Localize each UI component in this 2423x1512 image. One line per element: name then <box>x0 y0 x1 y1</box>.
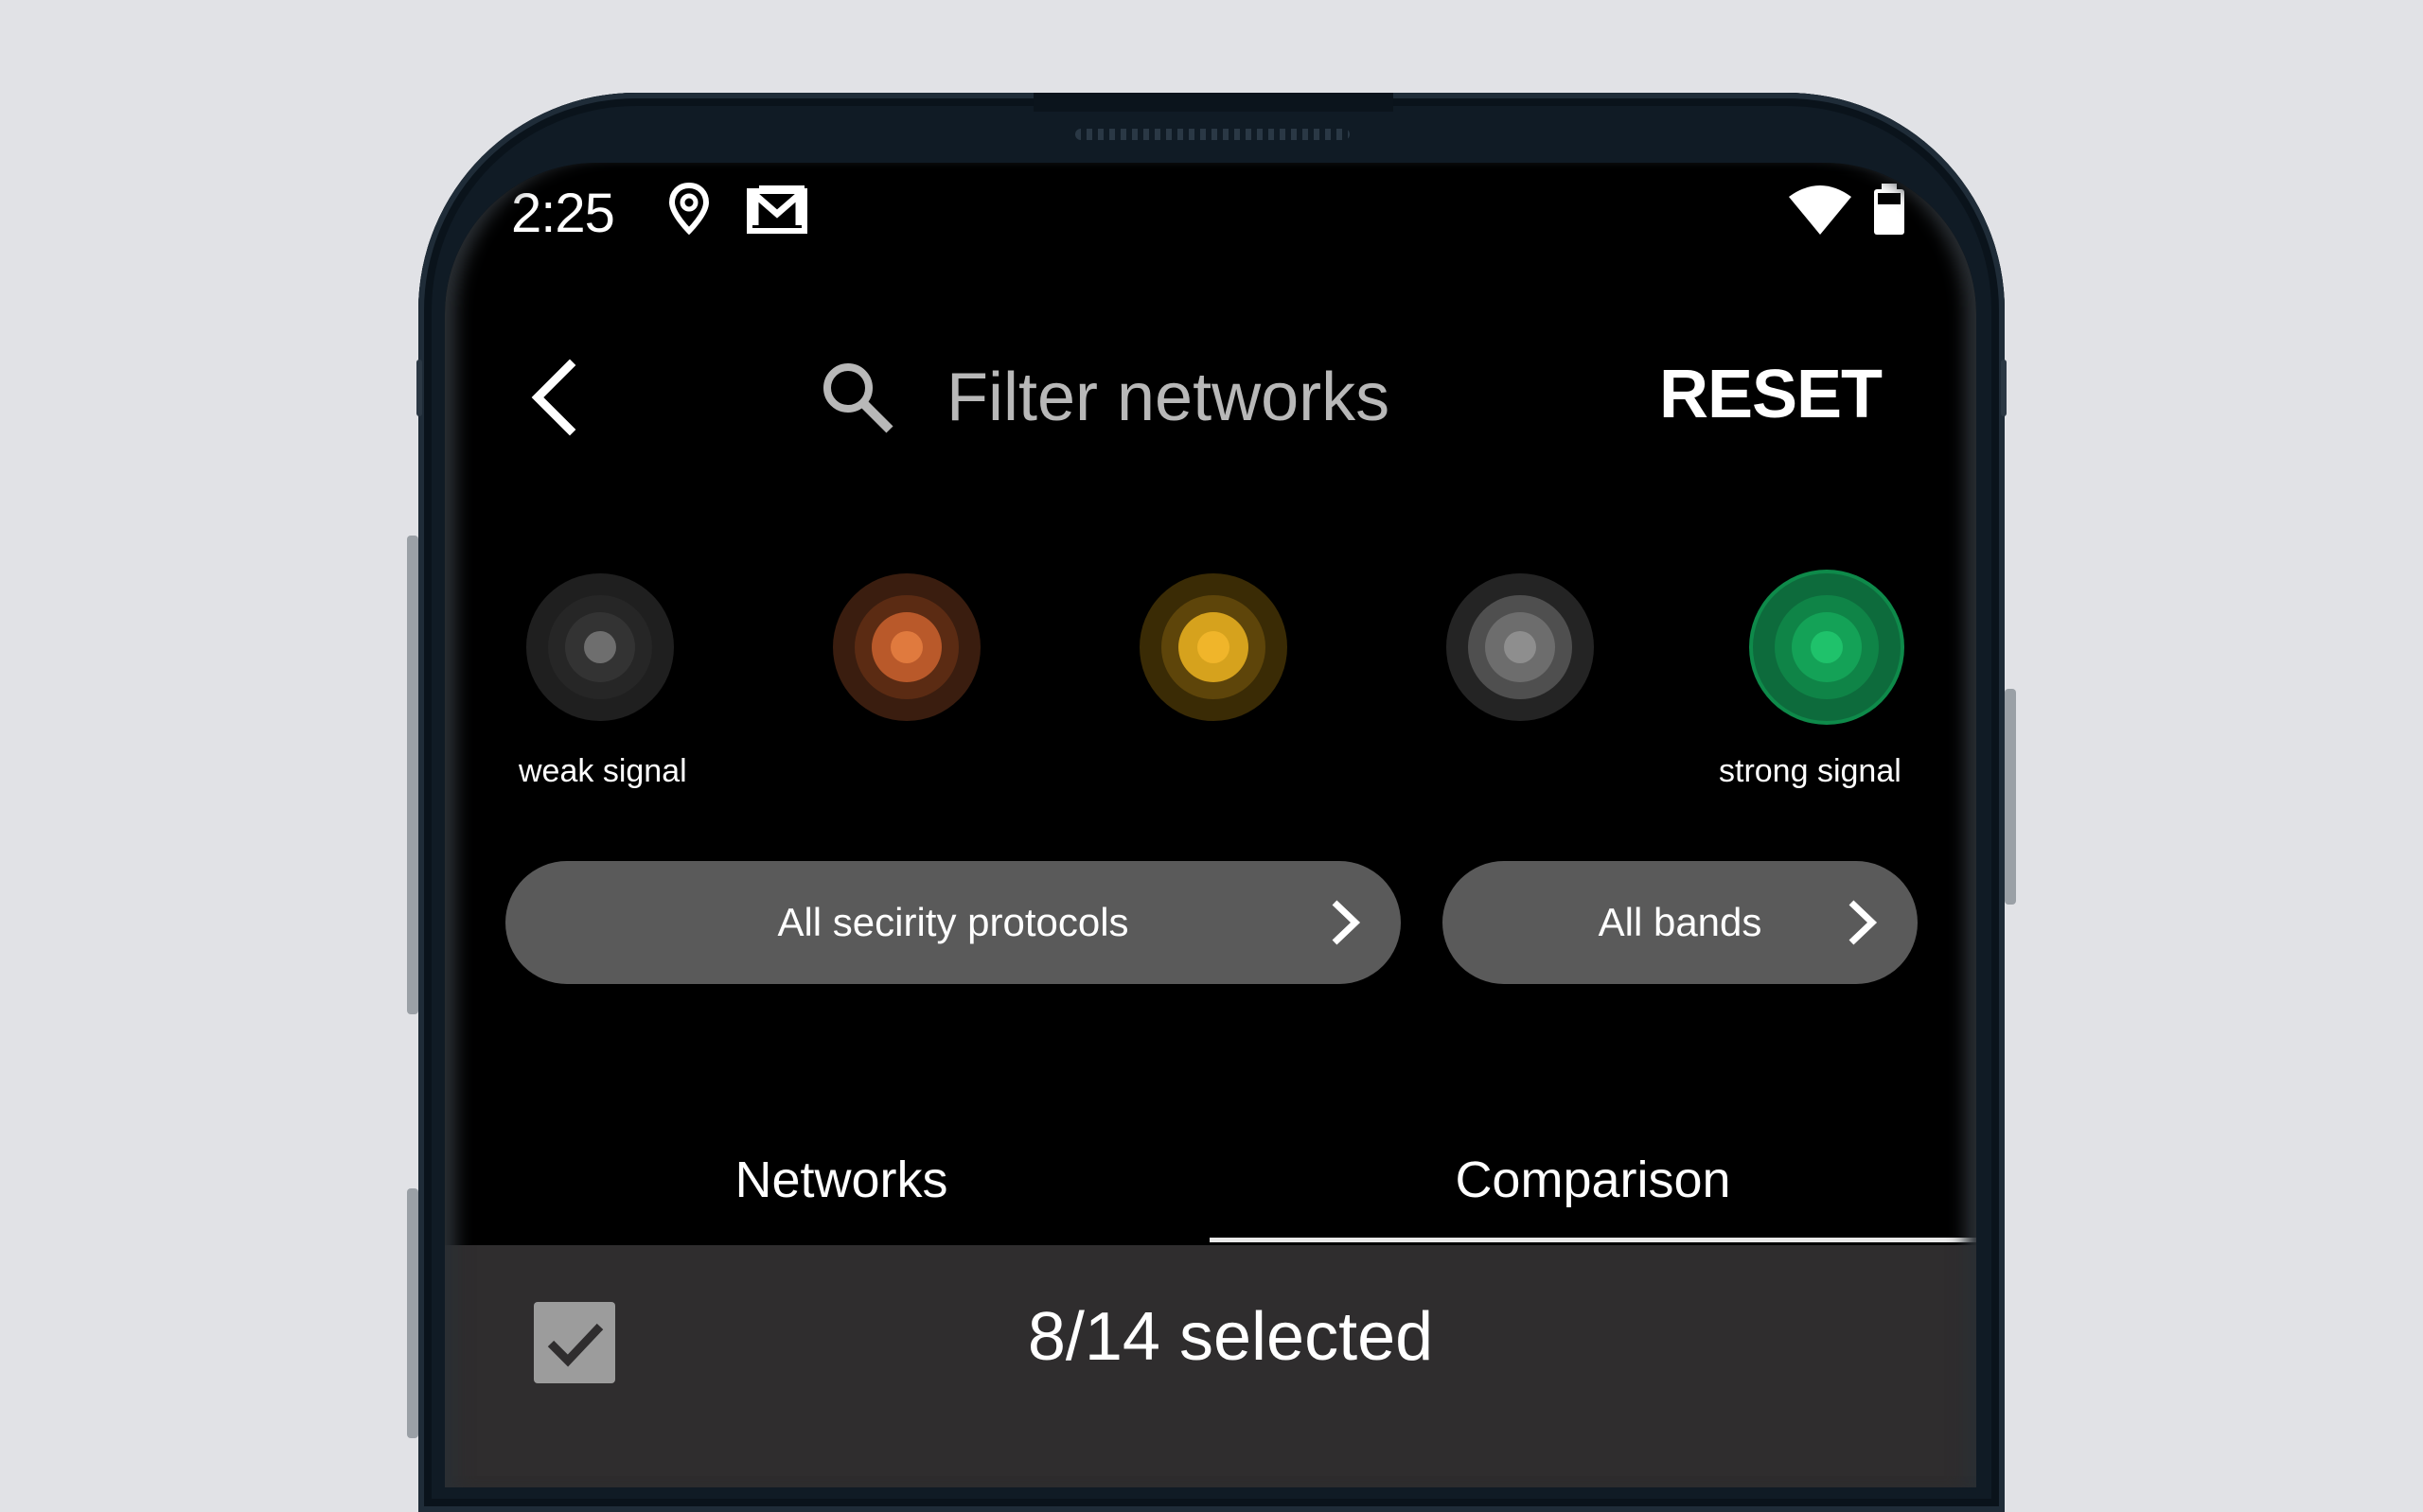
phone-volume-button <box>407 536 418 1014</box>
back-button[interactable] <box>521 350 587 445</box>
tab-indicator <box>1210 1238 1976 1242</box>
chevron-right-icon <box>1848 900 1878 945</box>
bands-label: All bands <box>1598 900 1762 944</box>
signal-level-1-button[interactable] <box>526 573 674 721</box>
phone-side-button <box>407 1188 418 1438</box>
tab-comparison[interactable]: Comparison <box>1210 1118 1976 1241</box>
wifi-icon <box>1787 184 1853 241</box>
earpiece-speaker <box>1075 129 1350 140</box>
signal-level-5-button[interactable] <box>1753 573 1901 721</box>
check-icon <box>547 1323 604 1367</box>
battery-icon <box>1872 182 1906 241</box>
signal-level-2-button[interactable] <box>833 573 981 721</box>
strong-signal-label: strong signal <box>1719 753 1901 789</box>
search-input[interactable] <box>946 350 1533 445</box>
signal-dot <box>1811 631 1843 663</box>
location-icon <box>668 182 710 239</box>
weak-signal-label: weak signal <box>519 753 687 789</box>
chevron-right-icon <box>1332 900 1361 945</box>
signal-dot <box>891 631 923 663</box>
signal-level-4-button[interactable] <box>1446 573 1594 721</box>
search-icon <box>816 356 901 446</box>
phone-notch <box>1034 93 1393 112</box>
app-screen: 2:25 RESET <box>445 163 1976 1487</box>
signal-dot <box>584 631 616 663</box>
status-time: 2:25 <box>511 183 615 244</box>
tab-networks[interactable]: Networks <box>445 1118 1210 1241</box>
signal-level-3-button[interactable] <box>1140 573 1287 721</box>
phone-edge-mark <box>2001 360 2007 416</box>
signal-dot <box>1197 631 1229 663</box>
bands-button[interactable]: All bands <box>1442 861 1918 984</box>
gmail-icon <box>746 182 808 239</box>
phone-power-button <box>2005 689 2016 905</box>
signal-dot <box>1504 631 1536 663</box>
reset-button[interactable]: RESET <box>1659 356 1883 433</box>
select-all-checkbox[interactable] <box>534 1302 615 1383</box>
phone-edge-mark <box>416 360 422 416</box>
security-protocols-button[interactable]: All secirity protocols <box>505 861 1401 984</box>
chevron-left-icon <box>531 359 576 436</box>
security-protocols-label: All secirity protocols <box>777 900 1129 944</box>
selected-count: 8/14 selected <box>1027 1299 1434 1375</box>
